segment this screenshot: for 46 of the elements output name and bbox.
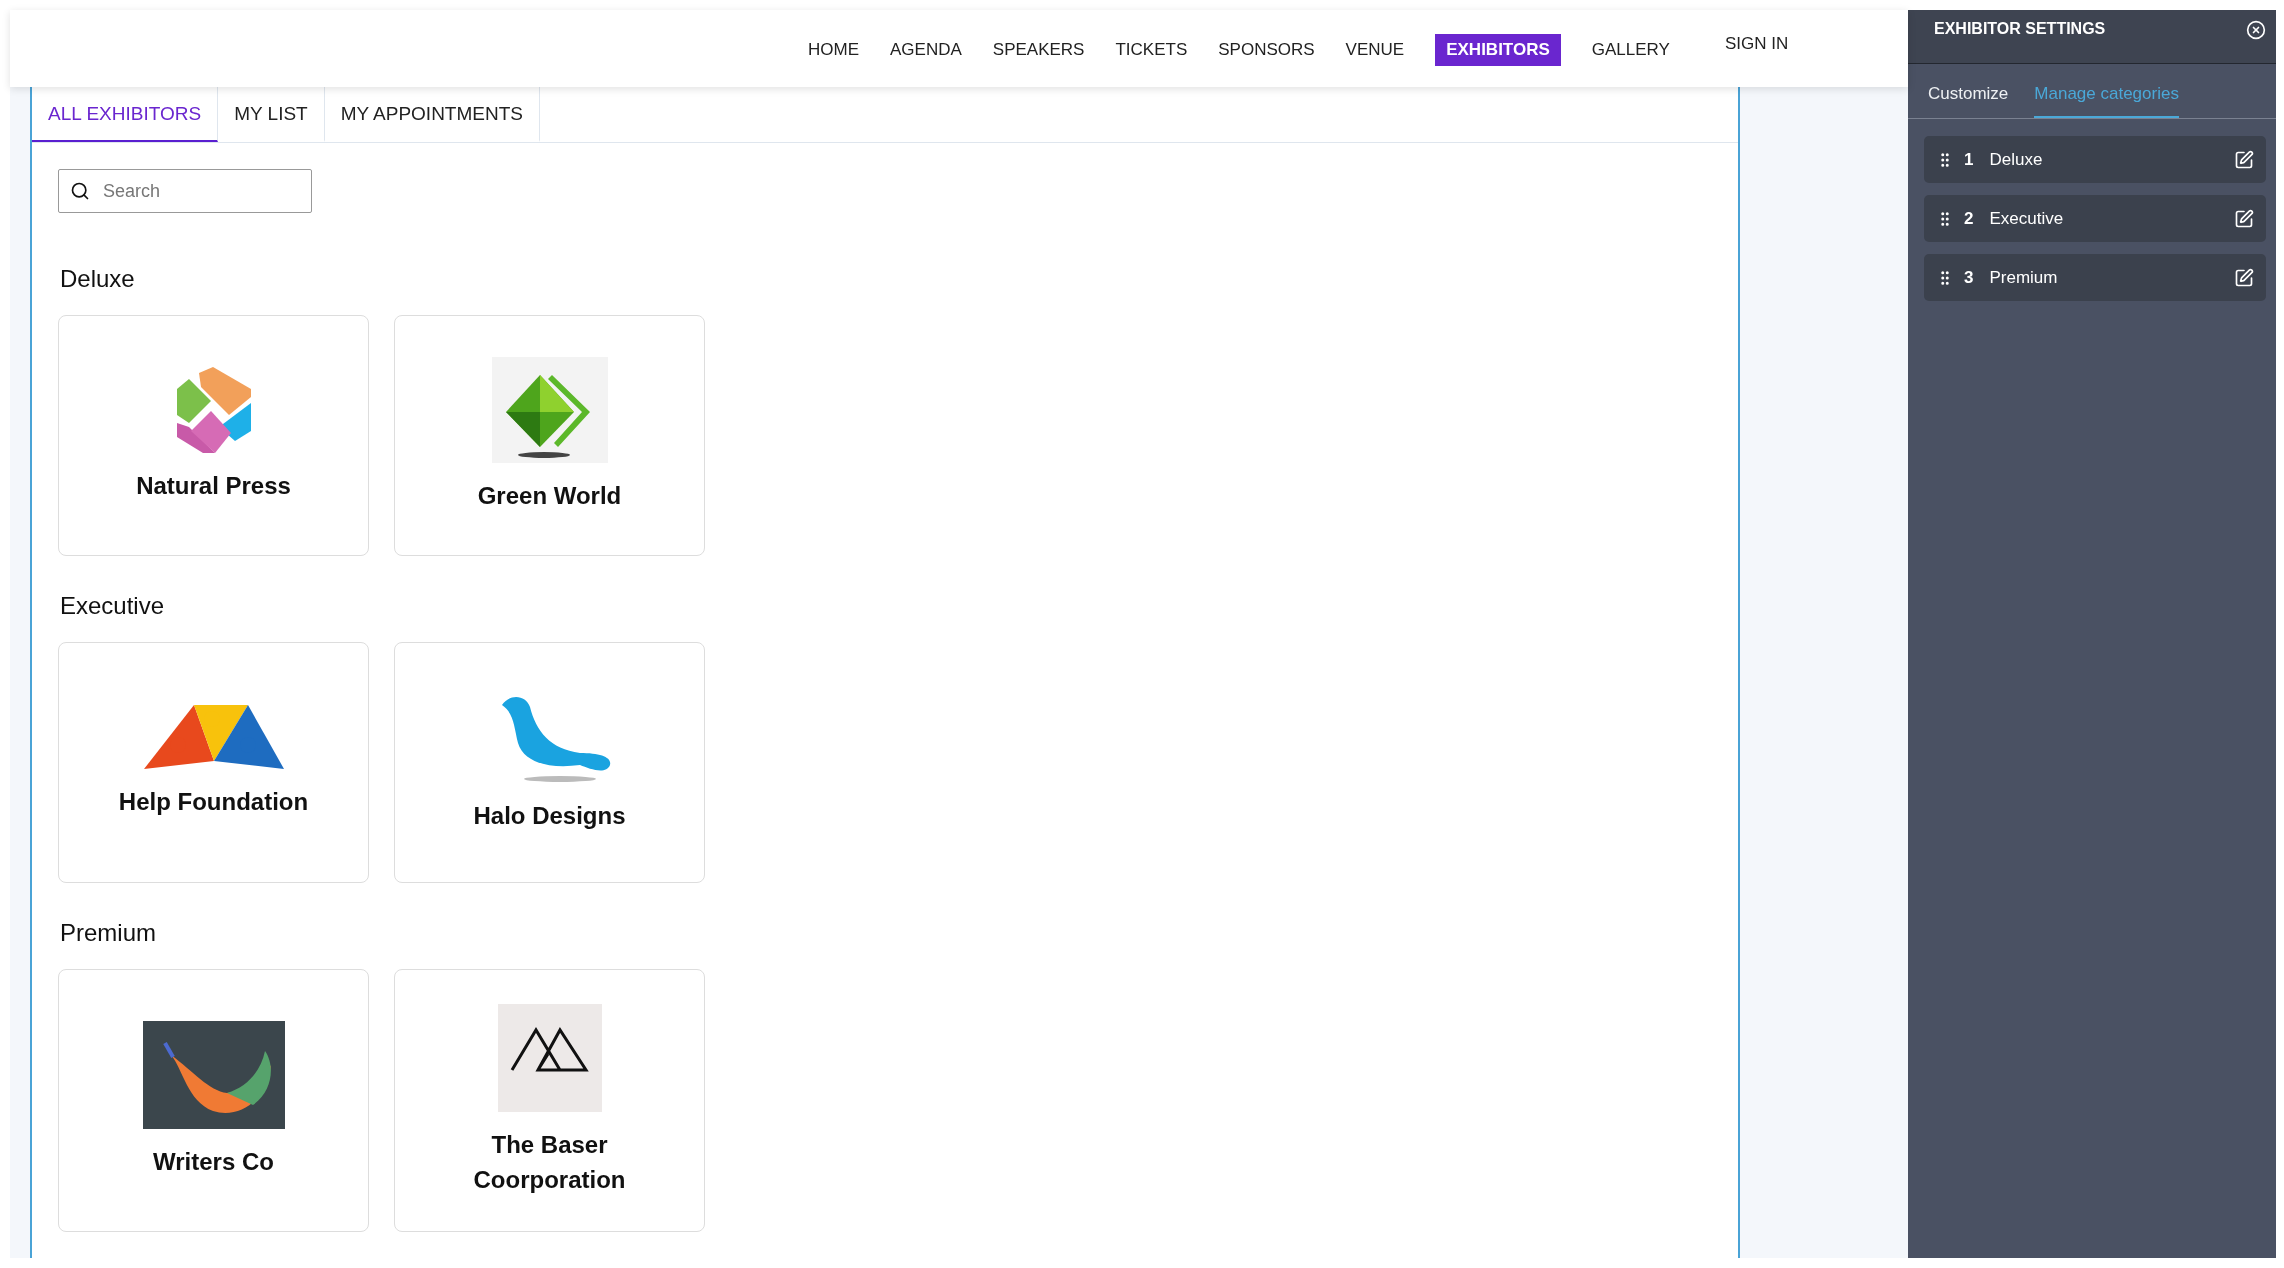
nav-link[interactable]: EXHIBITORS	[1435, 34, 1561, 66]
nav-link[interactable]: VENUE	[1345, 34, 1405, 66]
panel-title: EXHIBITOR SETTINGS	[1934, 20, 2106, 38]
sign-in-link[interactable]: SIGN IN	[1724, 34, 1789, 54]
exhibitor-card[interactable]: Writers Co	[58, 969, 369, 1232]
category-heading: Deluxe	[60, 265, 136, 293]
nav-link[interactable]: SPEAKERS	[992, 34, 1085, 66]
exhibitor-card[interactable]: Green World	[394, 315, 705, 556]
nav-link[interactable]: SPONSORS	[1218, 34, 1315, 66]
close-icon	[2246, 20, 2266, 40]
edit-button[interactable]	[2234, 149, 2254, 170]
category-name: Premium	[1989, 267, 2059, 288]
edit-button[interactable]	[2234, 208, 2254, 229]
category-name: Deluxe	[1989, 149, 2044, 170]
tab[interactable]: ALL EXHIBITORS	[32, 87, 219, 142]
nav-link[interactable]: GALLERY	[1591, 34, 1670, 66]
panel-tab[interactable]: Customize	[1928, 84, 2009, 118]
edit-icon	[2234, 208, 2254, 229]
nav-link[interactable]: TICKETS	[1115, 34, 1188, 66]
exhibitor-card[interactable]: The Baser Coorporation	[394, 969, 705, 1232]
exhibitor-card[interactable]: Help Foundation	[58, 642, 369, 883]
close-button[interactable]	[2246, 20, 2266, 40]
category-number: 2	[1964, 208, 1974, 229]
category-number: 1	[1964, 149, 1974, 170]
exhibitor-name: The Baser Coorporation	[472, 1129, 627, 1195]
exhibitor-name: Help Foundation	[117, 787, 310, 818]
category-heading: Premium	[60, 919, 157, 947]
search-field[interactable]: Search	[58, 169, 312, 213]
search-icon	[70, 181, 90, 201]
category-row[interactable]: 3 Premium	[1924, 254, 2266, 301]
exhibitor-name: Green World	[476, 481, 623, 512]
exhibitor-card[interactable]: Halo Designs	[394, 642, 705, 883]
category-number: 3	[1964, 267, 1974, 288]
edit-button[interactable]	[2234, 267, 2254, 288]
category-row[interactable]: 1 Deluxe	[1924, 136, 2266, 183]
exhibitor-card[interactable]: Natural Press	[58, 315, 369, 556]
category-name: Executive	[1989, 208, 2065, 229]
category-heading: Executive	[60, 592, 166, 620]
category-row[interactable]: 2 Executive	[1924, 195, 2266, 242]
exhibitor-name: Writers Co	[152, 1147, 275, 1178]
exhibitor-name: Halo Designs	[472, 801, 627, 832]
edit-icon	[2234, 267, 2254, 288]
nav-link[interactable]: AGENDA	[890, 34, 962, 66]
exhibitor-name: Natural Press	[135, 471, 292, 502]
edit-icon	[2234, 149, 2254, 170]
nav-link[interactable]: HOME	[808, 34, 859, 66]
